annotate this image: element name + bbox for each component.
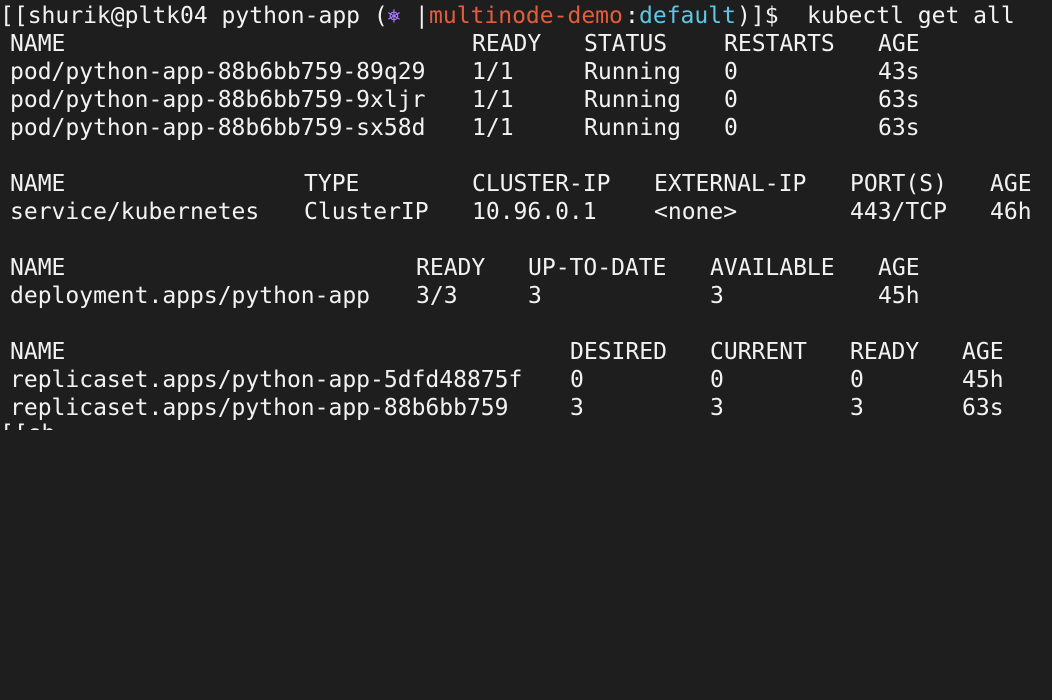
replicaset-name: replicaset.apps/python-app-88b6bb759 bbox=[10, 395, 509, 421]
replicaset-current: 0 bbox=[710, 367, 724, 393]
terminal-window[interactable]: [[shurik@pltk04 python-app ( ⎈ | multino… bbox=[0, 0, 1052, 430]
deployments-col-age: AGE bbox=[878, 255, 920, 281]
services-col-external-ip: EXTERNAL-IP bbox=[654, 171, 807, 197]
kube-namespace: default bbox=[639, 421, 736, 447]
replicasets-col-current: CURRENT bbox=[710, 339, 807, 365]
replicasets-col-name: NAME bbox=[10, 339, 66, 365]
pod-status: Running bbox=[584, 87, 681, 113]
pod-status: Running bbox=[584, 59, 681, 85]
service-external-ip: <none> bbox=[654, 199, 738, 225]
pod-ready: 1/1 bbox=[472, 87, 514, 113]
pods-col-name: NAME bbox=[10, 31, 66, 57]
replicaset-age: 45h bbox=[962, 367, 1004, 393]
services-col-name: NAME bbox=[10, 171, 66, 197]
prompt-close: )]$ bbox=[737, 421, 793, 447]
prompt-separator: | bbox=[401, 3, 429, 29]
deployments-col-name: NAME bbox=[10, 255, 66, 281]
kube-namespace: default bbox=[639, 3, 736, 29]
service-cluster-ip: 10.96.0.1 bbox=[472, 199, 597, 225]
deployments-header-row: NAME READY UP-TO-DATE AVAILABLE AGE bbox=[0, 254, 920, 282]
service-age: 46h bbox=[990, 199, 1032, 225]
deployments-col-available: AVAILABLE bbox=[710, 255, 835, 281]
table-row[interactable]: pod/python-app-88b6bb759-9xljr 1/1 Runni… bbox=[0, 86, 920, 114]
kube-context: multinode-demo bbox=[429, 3, 623, 29]
prompt-close: )]$ bbox=[737, 3, 793, 29]
kubernetes-icon: ⎈ bbox=[387, 421, 401, 447]
replicaset-desired: 3 bbox=[570, 395, 584, 421]
prompt-user-host: [[shurik@pltk04 python-app ( bbox=[0, 3, 388, 29]
deployment-age: 45h bbox=[878, 283, 920, 309]
prompt-user-host: [[shurik@pltk04 python-app ( bbox=[0, 421, 388, 447]
services-col-type: TYPE bbox=[304, 171, 360, 197]
table-row[interactable]: service/kubernetes ClusterIP 10.96.0.1 <… bbox=[0, 198, 1032, 226]
table-row[interactable]: pod/python-app-88b6bb759-sx58d 1/1 Runni… bbox=[0, 114, 920, 142]
pod-age: 63s bbox=[878, 115, 920, 141]
command-text: kubectl get all bbox=[807, 3, 1015, 29]
replicaset-age: 63s bbox=[962, 395, 1004, 421]
pod-name: pod/python-app-88b6bb759-89q29 bbox=[10, 59, 426, 85]
prompt-colon: : bbox=[625, 3, 639, 29]
pod-name: pod/python-app-88b6bb759-sx58d bbox=[10, 115, 426, 141]
service-ports: 443/TCP bbox=[850, 199, 947, 225]
replicasets-col-ready: READY bbox=[850, 339, 920, 365]
deployments-col-up-to-date: UP-TO-DATE bbox=[528, 255, 667, 281]
prompt-line: [[shurik@pltk04 python-app ( ⎈ | multino… bbox=[0, 2, 1015, 30]
replicaset-current: 3 bbox=[710, 395, 724, 421]
replicaset-ready: 0 bbox=[850, 367, 864, 393]
pod-name: pod/python-app-88b6bb759-9xljr bbox=[10, 87, 426, 113]
table-row[interactable]: pod/python-app-88b6bb759-89q29 1/1 Runni… bbox=[0, 58, 920, 86]
deployment-ready: 3/3 bbox=[416, 283, 458, 309]
table-row[interactable]: replicaset.apps/python-app-88b6bb759 3 3… bbox=[0, 394, 1004, 422]
table-row[interactable]: deployment.apps/python-app 3/3 3 3 45h bbox=[0, 282, 920, 310]
replicasets-col-age: AGE bbox=[962, 339, 1004, 365]
pod-restarts: 0 bbox=[724, 59, 738, 85]
pods-col-restarts: RESTARTS bbox=[724, 31, 835, 57]
pod-age: 43s bbox=[878, 59, 920, 85]
service-name: service/kubernetes bbox=[10, 199, 260, 225]
replicaset-desired: 0 bbox=[570, 367, 584, 393]
pod-restarts: 0 bbox=[724, 115, 738, 141]
kube-context: multinode-demo bbox=[429, 421, 623, 447]
pods-col-status: STATUS bbox=[584, 31, 668, 57]
deployment-available: 3 bbox=[710, 283, 724, 309]
services-col-age: AGE bbox=[990, 171, 1032, 197]
pod-restarts: 0 bbox=[724, 87, 738, 113]
table-row[interactable]: replicaset.apps/python-app-5dfd48875f 0 … bbox=[0, 366, 1004, 394]
services-col-ports: PORT(S) bbox=[850, 171, 947, 197]
kubernetes-icon: ⎈ bbox=[387, 3, 401, 29]
replicaset-name: replicaset.apps/python-app-5dfd48875f bbox=[10, 367, 523, 393]
prompt-colon: : bbox=[625, 421, 639, 447]
services-header-row: NAME TYPE CLUSTER-IP EXTERNAL-IP PORT(S)… bbox=[0, 170, 1032, 198]
deployment-name: deployment.apps/python-app bbox=[10, 283, 371, 309]
pods-header-row: NAME READY STATUS RESTARTS AGE bbox=[0, 30, 920, 58]
deployments-col-ready: READY bbox=[416, 255, 486, 281]
pod-ready: 1/1 bbox=[472, 115, 514, 141]
pods-col-ready: READY bbox=[472, 31, 542, 57]
cursor bbox=[793, 424, 806, 446]
services-col-cluster-ip: CLUSTER-IP bbox=[472, 171, 611, 197]
pods-col-age: AGE bbox=[878, 31, 920, 57]
prompt-separator: | bbox=[401, 421, 429, 447]
replicasets-header-row: NAME DESIRED CURRENT READY AGE bbox=[0, 338, 1004, 366]
pod-age: 63s bbox=[878, 87, 920, 113]
service-type: ClusterIP bbox=[304, 199, 429, 225]
pod-status: Running bbox=[584, 115, 681, 141]
replicaset-ready: 3 bbox=[850, 395, 864, 421]
pod-ready: 1/1 bbox=[472, 59, 514, 85]
replicasets-col-desired: DESIRED bbox=[570, 339, 667, 365]
deployment-up-to-date: 3 bbox=[528, 283, 542, 309]
